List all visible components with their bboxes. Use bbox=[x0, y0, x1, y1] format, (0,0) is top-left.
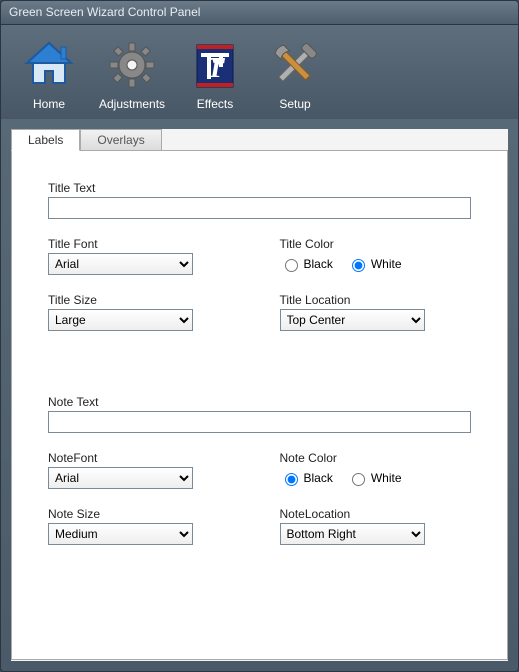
toolbar-label: Adjustments bbox=[99, 97, 165, 111]
note-color-label: Note Color bbox=[280, 451, 472, 465]
note-location-label: NoteLocation bbox=[280, 507, 472, 521]
effects-button[interactable]: T Effects bbox=[185, 35, 245, 111]
titlebar: Green Screen Wizard Control Panel bbox=[1, 1, 518, 25]
toolbar: Home bbox=[1, 25, 518, 119]
title-color-label: Title Color bbox=[280, 237, 472, 251]
title-color-white-radio[interactable] bbox=[352, 259, 365, 272]
note-font-label: NoteFont bbox=[48, 451, 240, 465]
home-button[interactable]: Home bbox=[19, 35, 79, 111]
title-text-input[interactable] bbox=[48, 197, 471, 219]
setup-button[interactable]: Setup bbox=[265, 35, 325, 111]
title-font-select[interactable]: Arial bbox=[48, 253, 193, 275]
tab-labels[interactable]: Labels bbox=[11, 129, 80, 151]
svg-text:T: T bbox=[207, 53, 226, 84]
title-location-select[interactable]: Top Center bbox=[280, 309, 425, 331]
title-text-label: Title Text bbox=[48, 181, 471, 195]
note-size-select[interactable]: Medium bbox=[48, 523, 193, 545]
tools-icon bbox=[265, 35, 325, 95]
note-text-input[interactable] bbox=[48, 411, 471, 433]
note-font-select[interactable]: Arial bbox=[48, 467, 193, 489]
toolbar-label: Home bbox=[33, 97, 65, 111]
note-color-white-option[interactable]: White bbox=[347, 470, 402, 486]
title-size-label: Title Size bbox=[48, 293, 240, 307]
note-location-select[interactable]: Bottom Right bbox=[280, 523, 425, 545]
gear-icon bbox=[102, 35, 162, 95]
tab-overlays[interactable]: Overlays bbox=[80, 129, 161, 150]
title-color-black-option[interactable]: Black bbox=[280, 256, 333, 272]
home-icon bbox=[19, 35, 79, 95]
app-window: Green Screen Wizard Control Panel Home bbox=[0, 0, 519, 672]
effects-icon: T bbox=[185, 35, 245, 95]
title-size-select[interactable]: Large bbox=[48, 309, 193, 331]
note-color-black-option[interactable]: Black bbox=[280, 470, 333, 486]
note-color-black-radio[interactable] bbox=[285, 473, 298, 486]
title-font-label: Title Font bbox=[48, 237, 240, 251]
window-title: Green Screen Wizard Control Panel bbox=[9, 5, 200, 19]
toolbar-label: Setup bbox=[279, 97, 310, 111]
note-size-label: Note Size bbox=[48, 507, 240, 521]
title-location-label: Title Location bbox=[280, 293, 472, 307]
toolbar-label: Effects bbox=[197, 97, 233, 111]
note-color-white-radio[interactable] bbox=[352, 473, 365, 486]
content-area: Labels Overlays Title Text Title Font Ar… bbox=[11, 129, 508, 661]
note-text-label: Note Text bbox=[48, 395, 471, 409]
title-color-white-option[interactable]: White bbox=[347, 256, 402, 272]
adjustments-button[interactable]: Adjustments bbox=[99, 35, 165, 111]
tab-panel-labels: Title Text Title Font Arial Title Color … bbox=[11, 150, 508, 660]
title-color-black-radio[interactable] bbox=[285, 259, 298, 272]
tab-strip: Labels Overlays bbox=[11, 129, 508, 150]
